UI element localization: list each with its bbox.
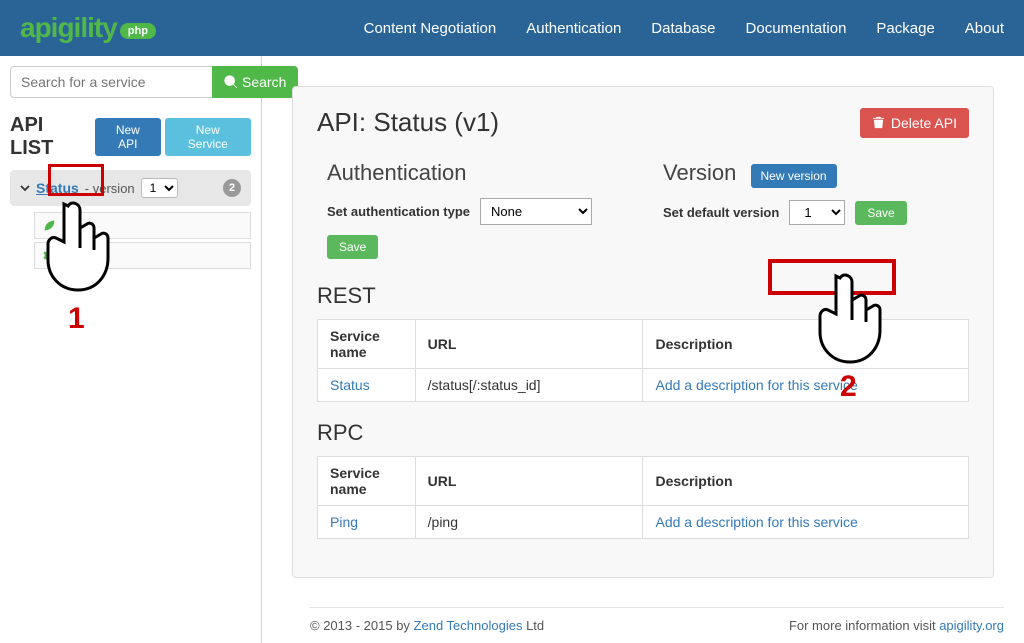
col-service-name: Service name — [318, 320, 416, 369]
auth-heading: Authentication — [327, 160, 623, 186]
list-item[interactable] — [34, 212, 251, 239]
new-api-button[interactable]: New API — [95, 118, 160, 156]
col-url: URL — [415, 320, 643, 369]
table-row: Service name URL Description — [318, 320, 969, 369]
col-description: Description — [643, 320, 969, 369]
col-service-name: Service name — [318, 457, 416, 506]
footer-zend-link[interactable]: Zend Technologies — [414, 618, 523, 633]
version-save-button[interactable]: Save — [855, 201, 906, 225]
leaf-icon — [43, 219, 56, 232]
rest-heading: REST — [317, 283, 969, 309]
col-description: Description — [643, 457, 969, 506]
rest-service-link[interactable]: Status — [330, 377, 370, 393]
rpc-table: Service name URL Description Ping /ping … — [317, 456, 969, 539]
nav-links: Content Negotiation Authentication Datab… — [364, 20, 1004, 37]
table-row: Service name URL Description — [318, 457, 969, 506]
version-section: Version New version Set default version … — [663, 160, 959, 259]
trash-icon — [872, 116, 885, 129]
delete-api-button[interactable]: Delete API — [860, 108, 969, 138]
rest-url: /status[/:status_id] — [415, 369, 643, 402]
table-row: Status /status[/:status_id] Add a descri… — [318, 369, 969, 402]
nav-content-negotiation[interactable]: Content Negotiation — [364, 20, 497, 37]
rpc-url: /ping — [415, 506, 643, 539]
api-list-title: API LIST — [10, 114, 91, 160]
nav-package[interactable]: Package — [876, 20, 934, 37]
api-version-select[interactable]: 1 — [141, 178, 178, 198]
nav-about[interactable]: About — [965, 20, 1004, 37]
page-title: API: Status (v1) — [317, 107, 499, 138]
auth-type-label: Set authentication type — [327, 204, 470, 219]
brand-text: apigility — [20, 12, 117, 44]
rpc-desc-link[interactable]: Add a description for this service — [655, 514, 857, 530]
footer: © 2013 - 2015 by Zend Technologies Ltd F… — [310, 607, 1004, 633]
auth-type-select[interactable]: None — [480, 198, 592, 225]
new-version-button[interactable]: New version — [751, 164, 837, 188]
delete-api-label: Delete API — [891, 115, 957, 131]
col-url: URL — [415, 457, 643, 506]
nav-authentication[interactable]: Authentication — [526, 20, 621, 37]
default-version-select[interactable]: 1 — [789, 200, 845, 225]
table-row: Ping /ping Add a description for this se… — [318, 506, 969, 539]
auth-section: Authentication Set authentication type N… — [327, 160, 623, 259]
gear-icon — [43, 249, 56, 262]
nav-documentation[interactable]: Documentation — [746, 20, 847, 37]
sidebar: Search API LIST New API New Service Stat… — [0, 56, 262, 643]
rpc-service-link[interactable]: Ping — [330, 514, 358, 530]
rpc-heading: RPC — [317, 420, 969, 446]
version-heading: Version New version — [663, 160, 959, 188]
auth-save-button[interactable]: Save — [327, 235, 378, 259]
new-service-button[interactable]: New Service — [165, 118, 251, 156]
footer-site-link[interactable]: apigility.org — [939, 618, 1004, 633]
api-name[interactable]: Status — [36, 180, 79, 196]
default-version-label: Set default version — [663, 205, 779, 220]
version-label: - version — [85, 181, 135, 196]
list-item[interactable] — [34, 242, 251, 269]
chevron-down-icon — [20, 183, 30, 193]
api-item-status[interactable]: Status - version 1 2 — [10, 170, 251, 206]
brand-php-badge: php — [120, 23, 156, 39]
service-count-badge: 2 — [223, 179, 241, 197]
rest-table: Service name URL Description Status /sta… — [317, 319, 969, 402]
rest-desc-link[interactable]: Add a description for this service — [655, 377, 857, 393]
search-input[interactable] — [10, 66, 212, 98]
navbar: apigility php Content Negotiation Authen… — [0, 0, 1024, 56]
nav-database[interactable]: Database — [651, 20, 715, 37]
search-icon — [224, 75, 238, 89]
brand[interactable]: apigility php — [20, 12, 156, 44]
main-content: API: Status (v1) Delete API Authenticati… — [262, 56, 1024, 643]
api-panel: API: Status (v1) Delete API Authenticati… — [292, 86, 994, 578]
